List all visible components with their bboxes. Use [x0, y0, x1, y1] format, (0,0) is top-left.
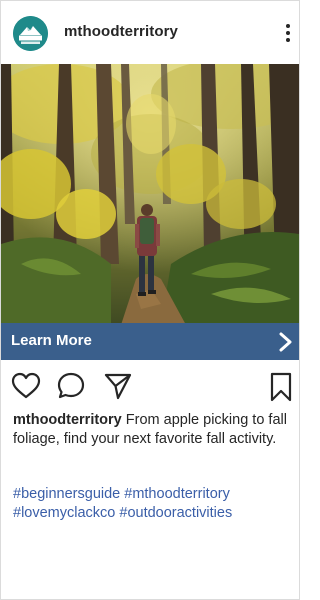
- learn-more-label: Learn More: [11, 332, 92, 349]
- comment-icon[interactable]: [56, 371, 86, 401]
- hashtag-link[interactable]: #outdooractivities: [119, 505, 232, 521]
- hashtag-link[interactable]: #beginnersguide: [13, 486, 120, 502]
- post-header: mthoodterritory: [1, 1, 299, 64]
- avatar[interactable]: [13, 16, 48, 51]
- mt-hood-logo: [13, 16, 48, 51]
- more-vertical-icon[interactable]: [281, 22, 295, 44]
- action-bar: [1, 371, 299, 405]
- post-caption: mthoodterritory From apple picking to fa…: [13, 411, 293, 449]
- send-icon[interactable]: [103, 371, 133, 401]
- hashtag-link[interactable]: #mthoodterritory: [124, 486, 230, 502]
- post-photo[interactable]: [1, 64, 299, 325]
- hashtag-list: #beginnersguide #mthoodterritory #lovemy…: [13, 485, 297, 523]
- chevron-right-icon: [278, 331, 294, 353]
- learn-more-button[interactable]: Learn More: [1, 323, 299, 360]
- bookmark-icon[interactable]: [269, 371, 293, 403]
- caption-username[interactable]: mthoodterritory: [13, 412, 122, 428]
- hashtag-link[interactable]: #lovemyclackco: [13, 505, 115, 521]
- instagram-post: mthoodterritory Learn More mthoodterrito…: [0, 0, 300, 600]
- forest-hiker-photo: [1, 64, 299, 325]
- heart-icon[interactable]: [11, 371, 41, 401]
- header-username[interactable]: mthoodterritory: [64, 23, 178, 40]
